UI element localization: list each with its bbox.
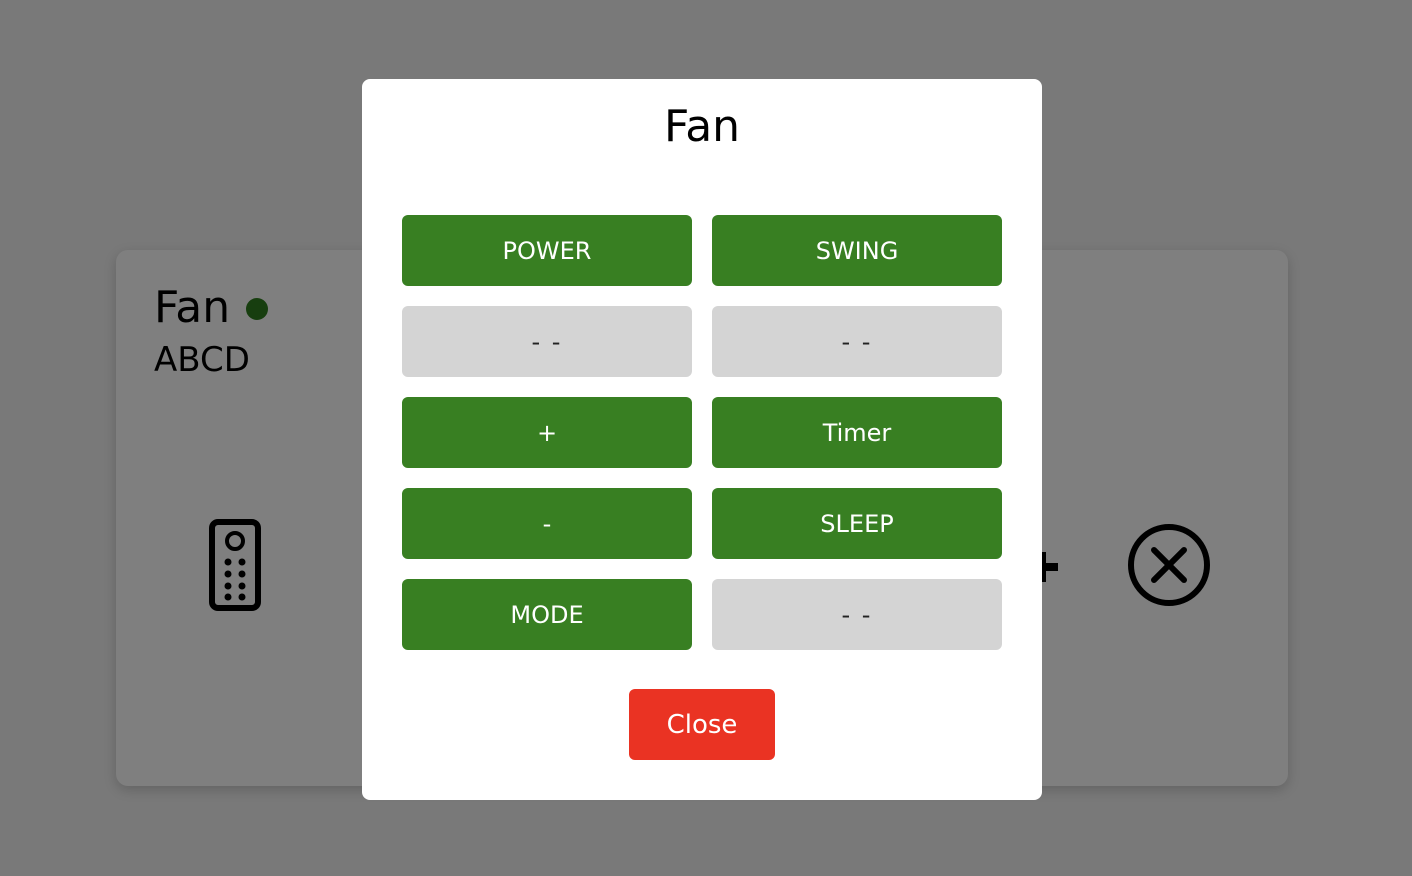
remote-button-unassigned[interactable]: - - <box>402 306 692 377</box>
remote-button-unassigned[interactable]: - - <box>712 306 1002 377</box>
close-button[interactable]: Close <box>629 689 775 760</box>
remote-button-unassigned[interactable]: - - <box>712 579 1002 650</box>
remote-button-timer[interactable]: Timer <box>712 397 1002 468</box>
modal-title: Fan <box>663 101 741 152</box>
remote-button-power[interactable]: POWER <box>402 215 692 286</box>
remote-button-swing[interactable]: SWING <box>712 215 1002 286</box>
remote-modal: Fan POWER SWING - -- - + Timer - SLEEP MODE - - … <box>362 79 1042 800</box>
remote-button-mode[interactable]: MODE <box>402 579 692 650</box>
remote-button-grid: POWER SWING - - - - + Timer - SLEEP MODE - - <box>402 215 1002 650</box>
remote-button-increase[interactable]: + <box>402 397 692 468</box>
remote-button-decrease[interactable]: - <box>402 488 692 559</box>
remote-button-sleep[interactable]: SLEEP <box>712 488 1002 559</box>
